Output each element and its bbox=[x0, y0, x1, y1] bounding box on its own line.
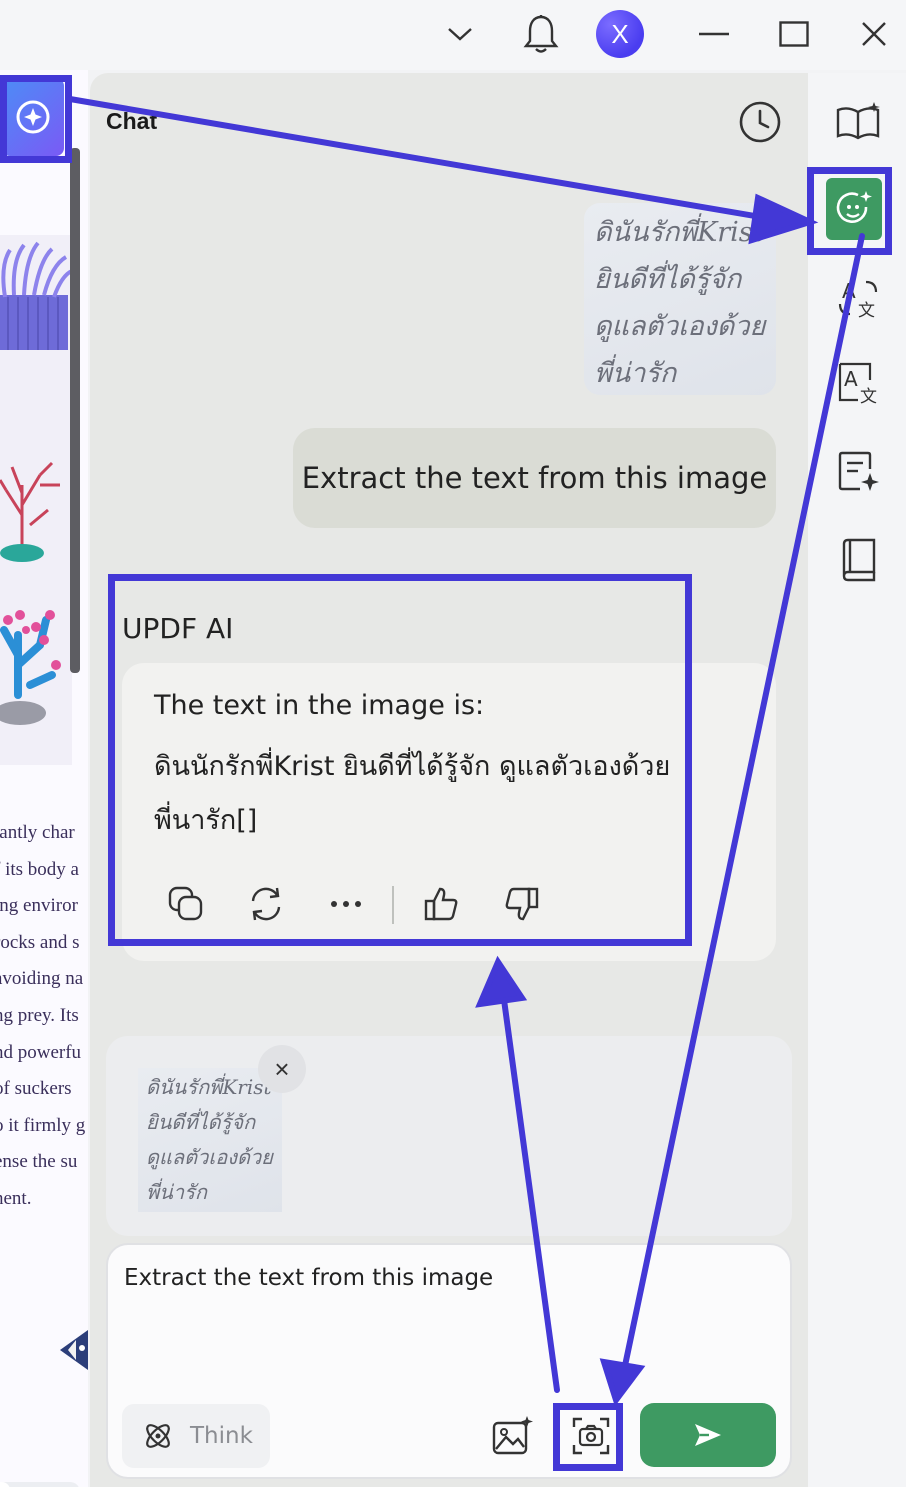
document-illustration bbox=[0, 235, 73, 765]
document-line: o it firmly g bbox=[0, 1114, 86, 1136]
send-icon bbox=[695, 1424, 721, 1446]
image-handwriting-line: ยินดีที่ได้รู้จัก bbox=[594, 264, 742, 295]
annotation-highlight-launcher bbox=[0, 75, 72, 163]
svg-text:A: A bbox=[842, 279, 856, 303]
maximize-icon[interactable] bbox=[770, 10, 818, 58]
bell-icon[interactable] bbox=[517, 10, 565, 58]
fish-illustration bbox=[60, 1330, 88, 1370]
message-input-text[interactable]: Extract the text from this image bbox=[124, 1265, 493, 1291]
document-view[interactable]: tantly char f its body a ing enviror roc… bbox=[0, 70, 88, 1487]
svg-text:文: 文 bbox=[858, 301, 875, 320]
chevron-down-icon[interactable] bbox=[436, 10, 484, 58]
image-handwriting-line: ดูแลตัวเองด้วย bbox=[146, 1145, 273, 1169]
document-line: ng prey. Its bbox=[0, 1004, 79, 1026]
svg-text:文: 文 bbox=[860, 387, 877, 404]
attached-image[interactable]: ดินันรักพี่Krist ยินดีที่ได้รู้จัก ดูแลต… bbox=[584, 203, 776, 395]
translate-icon[interactable]: A文 bbox=[832, 272, 884, 324]
avatar-letter: X bbox=[611, 18, 629, 49]
document-text: tantly char f its body a ing enviror roc… bbox=[0, 822, 88, 1225]
annotation-highlight-screenshot bbox=[553, 1403, 623, 1471]
send-button[interactable] bbox=[640, 1403, 776, 1467]
document-scrollbar[interactable] bbox=[70, 148, 80, 673]
minimize-icon[interactable] bbox=[690, 10, 738, 58]
book-icon[interactable] bbox=[832, 534, 884, 586]
history-icon[interactable] bbox=[736, 99, 784, 145]
document-line: rocks and s bbox=[0, 931, 80, 953]
zoom-controls: — bbox=[0, 1482, 80, 1487]
attachment-thumbnail[interactable]: ดินันรักพี่Krist ยินดีที่ได้รู้จัก ดูแลต… bbox=[138, 1068, 282, 1212]
image-handwriting-line: พี่น่ารัก bbox=[594, 358, 677, 389]
remove-attachment-button[interactable]: × bbox=[258, 1045, 306, 1093]
document-line: ense the su bbox=[0, 1151, 78, 1173]
document-line: nent. bbox=[0, 1187, 32, 1209]
document-line: ing enviror bbox=[0, 895, 78, 917]
ai-image-icon[interactable] bbox=[484, 1408, 540, 1464]
document-line: tantly char bbox=[0, 822, 75, 843]
zoom-field[interactable] bbox=[0, 1482, 10, 1487]
image-handwriting-line: พี่น่ารัก bbox=[146, 1180, 207, 1204]
document-line: avoiding na bbox=[0, 968, 84, 990]
document-line: nd powerfu bbox=[0, 1041, 82, 1063]
think-label: Think bbox=[190, 1423, 253, 1449]
summarize-icon[interactable] bbox=[832, 446, 884, 498]
atom-icon bbox=[146, 1424, 170, 1448]
coral-illustration bbox=[0, 241, 73, 725]
annotation-highlight-response bbox=[108, 574, 692, 946]
avatar[interactable]: X bbox=[596, 10, 644, 58]
close-icon[interactable] bbox=[850, 10, 898, 58]
image-handwriting-line: ดินันรักพี่Krist bbox=[594, 217, 764, 248]
svg-text:A: A bbox=[844, 367, 858, 391]
image-handwriting-line: ดูแลตัวเองด้วย bbox=[594, 311, 766, 342]
close-icon: × bbox=[274, 1053, 290, 1084]
document-line: f its body a bbox=[0, 858, 79, 880]
title-bar: X bbox=[0, 0, 906, 70]
panel-title: Chat bbox=[106, 108, 158, 134]
user-message-text: Extract the text from this image bbox=[301, 461, 768, 495]
image-handwriting-line: ยินดีที่ได้รู้จัก bbox=[146, 1110, 256, 1134]
translate-box-icon[interactable]: A文 bbox=[832, 356, 884, 408]
annotation-highlight-chat-tab bbox=[807, 167, 892, 255]
document-line: of suckers bbox=[0, 1078, 72, 1100]
think-toggle[interactable]: Think bbox=[122, 1404, 270, 1468]
user-message-bubble: Extract the text from this image bbox=[293, 428, 776, 528]
book-sparkle-icon[interactable] bbox=[832, 96, 884, 148]
